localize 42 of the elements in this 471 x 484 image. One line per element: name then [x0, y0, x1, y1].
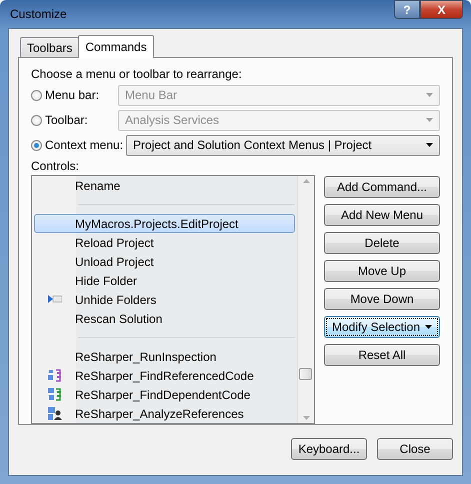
list-item[interactable]: ReSharper_FindReferencedCode	[34, 366, 295, 385]
tree-icon	[48, 369, 62, 382]
dialog-button[interactable]: Keyboard...	[291, 438, 367, 460]
dialog-button[interactable]: Close	[377, 438, 453, 460]
scroll-up-icon[interactable]	[302, 179, 310, 183]
radio-label: Context menu:	[45, 138, 124, 152]
list-item[interactable]: Reload Project	[34, 233, 295, 252]
tree-icon	[48, 388, 62, 401]
caret-icon	[426, 118, 433, 122]
window-title: Customize	[9, 7, 67, 21]
radio-label: Toolbar:	[45, 113, 88, 127]
caret-icon	[426, 143, 433, 147]
section-label: Controls:	[31, 158, 80, 174]
list-item[interactable]: MyMacros.Projects.EditProject	[34, 214, 295, 233]
tab[interactable]: Toolbars	[20, 37, 80, 57]
folder-arrow-icon	[48, 293, 62, 306]
window-close-button[interactable]: X	[420, 0, 463, 19]
list-item[interactable]: Unload Project	[34, 252, 295, 271]
list-item[interactable]: ReSharper_AnalyzeReferences	[34, 404, 295, 423]
action-button[interactable]: Modify Selection	[324, 316, 440, 338]
action-button[interactable]: Reset All	[324, 344, 440, 366]
action-button[interactable]: Move Down	[324, 288, 440, 310]
list-item[interactable]: Hide Folder	[34, 271, 295, 290]
action-button[interactable]: Move Up	[324, 260, 440, 282]
list-item[interactable]: Unhide Folders	[34, 290, 295, 309]
tab[interactable]: Commands	[78, 35, 154, 58]
action-button[interactable]: Add New Menu	[324, 204, 440, 226]
list-item[interactable]: ReSharper_RunInspection	[34, 347, 295, 366]
section-label: Choose a menu or toolbar to rearrange:	[31, 66, 243, 82]
list-item[interactable]: Rescan Solution	[34, 309, 295, 328]
caret-icon	[425, 325, 432, 329]
caret-icon	[426, 93, 433, 97]
tree-person-icon	[48, 407, 62, 420]
radio-label: Menu bar:	[45, 88, 100, 102]
action-button[interactable]: Add Command...	[324, 176, 440, 198]
radio-button[interactable]	[31, 140, 42, 150]
dropdown[interactable]: Project and Solution Context Menus | Project	[126, 134, 440, 156]
action-button[interactable]: Delete	[324, 232, 440, 254]
list-item[interactable]: ReSharper_FindDependentCode	[34, 385, 295, 404]
scroll-down-icon[interactable]	[302, 416, 310, 420]
list-item[interactable]: Rename	[34, 176, 295, 195]
scrollbar-thumb[interactable]	[299, 368, 312, 380]
